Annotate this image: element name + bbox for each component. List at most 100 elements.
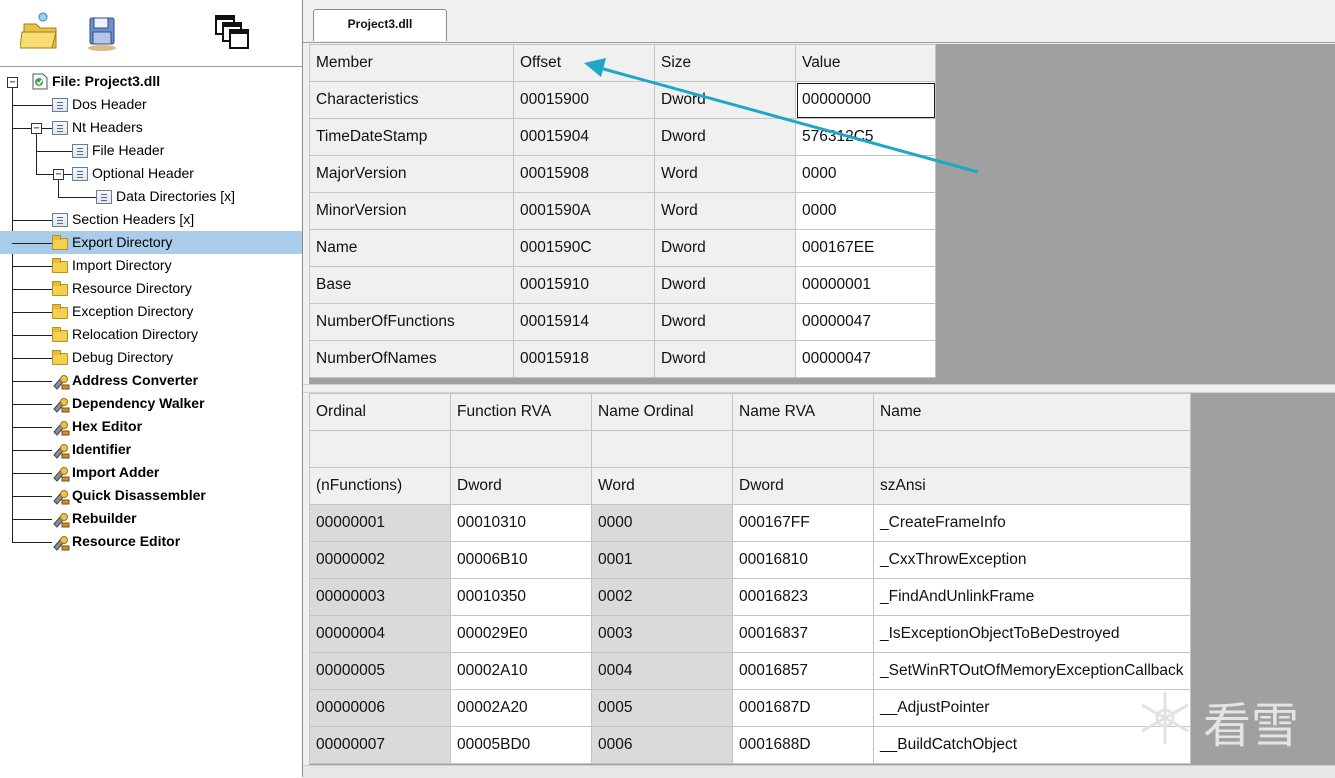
table-cell[interactable]: __BuildCatchObject (873, 726, 1191, 764)
table-row[interactable]: NumberOfFunctions 00015914 Dword 00000047 (309, 303, 936, 341)
value-cell[interactable]: 000167EE (795, 229, 936, 267)
table-row[interactable]: Characteristics 00015900 Dword 00000000 (309, 81, 936, 119)
table-cell[interactable]: 00000006 (309, 689, 451, 727)
tree-item-debug-directory[interactable]: Debug Directory (0, 346, 302, 369)
tree-item-rebuilder[interactable]: Rebuilder (0, 507, 302, 530)
table-cell[interactable]: 00000004 (309, 615, 451, 653)
save-file-button[interactable] (82, 10, 124, 54)
table-cell[interactable]: 00002A20 (450, 689, 592, 727)
table-row[interactable]: Base 00015910 Dword 00000001 (309, 266, 936, 304)
tree-item-nt-headers[interactable]: − Nt Headers (0, 116, 302, 139)
tree-item-section-headers-x[interactable]: Section Headers [x] (0, 208, 302, 231)
table-cell[interactable]: 0000 (591, 504, 733, 542)
tab-project3-dll[interactable]: Project3.dll (313, 9, 447, 41)
export-header-grid-area: Member Offset Size Value Characteristics 0001… (309, 44, 1335, 384)
table-cell[interactable]: _CxxThrowException (873, 541, 1191, 579)
column-header[interactable]: Name Ordinal (591, 393, 733, 431)
table-cell[interactable]: 00016857 (732, 652, 874, 690)
horizontal-scrollbar[interactable] (303, 765, 1335, 778)
table-cell[interactable]: 00005BD0 (450, 726, 592, 764)
tree-item-optional-header[interactable]: − Optional Header (0, 162, 302, 185)
table-cell[interactable]: 00010350 (450, 578, 592, 616)
table-cell[interactable]: 0002 (591, 578, 733, 616)
table-row[interactable]: 00000002 00006B10 0001 00016810 _CxxThrowExc… (309, 541, 1191, 579)
table-cell[interactable]: 0003 (591, 615, 733, 653)
table-cell[interactable]: 00016837 (732, 615, 874, 653)
column-header[interactable]: Offset (513, 44, 655, 82)
tree-item-exception-directory[interactable]: Exception Directory (0, 300, 302, 323)
table-cell[interactable]: 00000002 (309, 541, 451, 579)
tree-item-hex-editor[interactable]: Hex Editor (0, 415, 302, 438)
tree-item-export-directory[interactable]: Export Directory (0, 231, 302, 254)
table-row[interactable]: 00000006 00002A20 0005 0001687D __AdjustPoin… (309, 689, 1191, 727)
tree-item-identifier[interactable]: Identifier (0, 438, 302, 461)
windows-button[interactable] (212, 10, 254, 54)
column-header[interactable]: Name (873, 393, 1191, 431)
collapse-toggle[interactable]: − (31, 123, 42, 134)
table-cell[interactable]: 00000007 (309, 726, 451, 764)
value-cell[interactable]: 00000047 (795, 340, 936, 378)
table-cell[interactable]: __AdjustPointer (873, 689, 1191, 727)
value-cell[interactable]: 576312C5 (795, 118, 936, 156)
table-row[interactable]: TimeDateStamp 00015904 Dword 576312C5 (309, 118, 936, 156)
collapse-toggle[interactable]: − (7, 77, 18, 88)
value-cell[interactable]: 00000001 (795, 266, 936, 304)
table-row[interactable]: 00000005 00002A10 0004 00016857 _SetWinRTOut… (309, 652, 1191, 690)
table-cell[interactable]: 0001 (591, 541, 733, 579)
value-cell[interactable]: 0000 (795, 155, 936, 193)
tree-item-dos-header[interactable]: Dos Header (0, 93, 302, 116)
collapse-toggle[interactable]: − (53, 169, 64, 180)
table-cell[interactable]: 0005 (591, 689, 733, 727)
tree-item-resource-directory[interactable]: Resource Directory (0, 277, 302, 300)
open-file-button[interactable] (19, 10, 62, 54)
tree-item-root[interactable]: − File: Project3.dll (0, 70, 302, 93)
value-cell[interactable]: 00000047 (795, 303, 936, 341)
tree-item-relocation-directory[interactable]: Relocation Directory (0, 323, 302, 346)
table-cell[interactable]: 000167FF (732, 504, 874, 542)
column-header[interactable]: Function RVA (450, 393, 592, 431)
table-cell[interactable]: 00002A10 (450, 652, 592, 690)
tree-item-file-header[interactable]: File Header (0, 139, 302, 162)
table-cell[interactable]: _FindAndUnlinkFrame (873, 578, 1191, 616)
table-cell[interactable]: 00016823 (732, 578, 874, 616)
table-cell[interactable]: 00000003 (309, 578, 451, 616)
value-cell[interactable]: 0000 (795, 192, 936, 230)
column-header[interactable]: Value (795, 44, 936, 82)
table-row[interactable]: NumberOfNames 00015918 Dword 00000047 (309, 340, 936, 378)
table-cell: Dword (654, 340, 796, 378)
table-cell[interactable]: 0004 (591, 652, 733, 690)
table-cell[interactable]: 000029E0 (450, 615, 592, 653)
tree-item-quick-disassembler[interactable]: Quick Disassembler (0, 484, 302, 507)
tree-item-dependency-walker[interactable]: Dependency Walker (0, 392, 302, 415)
table-row[interactable]: MinorVersion 0001590A Word 0000 (309, 192, 936, 230)
table-cell[interactable]: 00000001 (309, 504, 451, 542)
tree-item-address-converter[interactable]: Address Converter (0, 369, 302, 392)
table-row[interactable]: 00000001 00010310 0000 000167FF _CreateFrame… (309, 504, 1191, 542)
table-cell[interactable]: 00000005 (309, 652, 451, 690)
table-cell[interactable]: 00016810 (732, 541, 874, 579)
table-cell[interactable]: _SetWinRTOutOfMemoryExceptionCallback (873, 652, 1191, 690)
column-header[interactable]: Member (309, 44, 514, 82)
table-row[interactable]: Name 0001590C Dword 000167EE (309, 229, 936, 267)
column-header[interactable]: Name RVA (732, 393, 874, 431)
tree-item-import-directory[interactable]: Import Directory (0, 254, 302, 277)
table-cell[interactable]: _CreateFrameInfo (873, 504, 1191, 542)
pane-splitter[interactable] (303, 384, 1335, 393)
tree-item-import-adder[interactable]: Import Adder (0, 461, 302, 484)
value-cell[interactable]: 00000000 (795, 81, 936, 119)
table-cell[interactable]: 0001688D (732, 726, 874, 764)
table-row[interactable]: MajorVersion 00015908 Word 0000 (309, 155, 936, 193)
column-header[interactable]: Size (654, 44, 796, 82)
table-cell[interactable]: 00010310 (450, 504, 592, 542)
table-cell[interactable]: 0001687D (732, 689, 874, 727)
table-row[interactable]: 00000003 00010350 0002 00016823 _FindAndUnli… (309, 578, 1191, 616)
tree-item-label: File: Project3.dll (52, 73, 161, 89)
table-row[interactable]: 00000007 00005BD0 0006 0001688D __BuildCatch… (309, 726, 1191, 764)
table-row[interactable]: 00000004 000029E0 0003 00016837 _IsException… (309, 615, 1191, 653)
tree-item-data-directories-x[interactable]: Data Directories [x] (0, 185, 302, 208)
column-header[interactable]: Ordinal (309, 393, 451, 431)
table-cell[interactable]: _IsExceptionObjectToBeDestroyed (873, 615, 1191, 653)
table-cell[interactable]: 00006B10 (450, 541, 592, 579)
table-cell[interactable]: 0006 (591, 726, 733, 764)
tree-item-resource-editor[interactable]: Resource Editor (0, 530, 302, 553)
